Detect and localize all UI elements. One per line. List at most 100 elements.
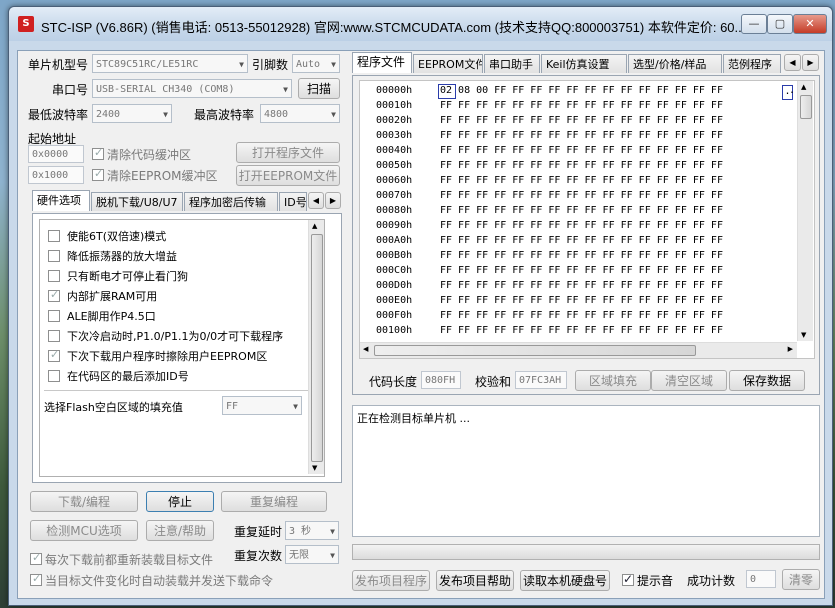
tab-keil-simulation[interactable]: Keil仿真设置 <box>541 54 627 73</box>
hex-vertical-scrollbar[interactable]: ▲ ▼ <box>797 81 813 341</box>
hex-address: 00000h <box>376 85 413 96</box>
tab-scroll-right-icon[interactable]: ▶ <box>325 192 341 209</box>
tab-selection-price[interactable]: 选型/价格/样品 <box>628 54 722 73</box>
serial-port-select[interactable]: USB-SERIAL CH340 (COM8) ▼ <box>92 79 292 98</box>
scan-button[interactable]: 扫描 <box>298 78 340 99</box>
fill-value-label: 选择Flash空白区域的填充值 <box>44 401 183 414</box>
app-window: S STC-ISP (V6.86R) (销售电话: 0513-55012928)… <box>8 6 833 606</box>
read-disk-id-button[interactable]: 读取本机硬盘号 <box>520 570 610 591</box>
hex-address: 000D0h <box>376 280 413 291</box>
option-6t-mode-checkbox[interactable] <box>48 230 60 242</box>
hex-bytes-row: FF FF FF FF FF FF FF FF FF FF FF FF FF F… <box>440 280 723 291</box>
save-data-button[interactable]: 保存数据 <box>729 370 805 391</box>
tab-scroll-left-icon[interactable]: ◀ <box>308 192 324 209</box>
tab-eeprom-file[interactable]: EEPROM文件 <box>413 54 483 73</box>
hex-bytes-row: FF FF FF FF FF FF FF FF FF FF FF FF FF F… <box>440 250 723 261</box>
hex-vscroll-thumb[interactable] <box>800 95 812 119</box>
sound-checkbox[interactable] <box>622 572 634 586</box>
download-program-button[interactable]: 下载/编程 <box>30 491 138 512</box>
option-cold-start-label: 下次冷启动时,P1.0/P1.1为0/0才可下载程序 <box>67 330 284 343</box>
option-add-id-checkbox[interactable] <box>48 370 60 382</box>
options-scrollbar[interactable]: ▲ ▼ <box>308 220 324 474</box>
auto-load-checkbox[interactable] <box>30 572 42 586</box>
minimize-button[interactable]: — <box>741 14 767 34</box>
hex-scroll-right-icon[interactable]: ▶ <box>788 345 793 353</box>
hex-bytes-row: FF FF FF FF FF FF FF FF FF FF FF FF FF F… <box>440 235 723 246</box>
scroll-down-icon[interactable]: ▼ <box>312 464 317 472</box>
hex-bytes-row: FF FF FF FF FF FF FF FF FF FF FF FF FF F… <box>440 265 723 276</box>
repeat-count-select[interactable]: 无限 ▼ <box>285 545 339 564</box>
hex-address: 000F0h <box>376 310 413 321</box>
log-output[interactable]: 正在检测目标单片机 ... <box>352 405 820 537</box>
hex-bytes-row: FF FF FF FF FF FF FF FF FF FF FF FF FF F… <box>440 130 723 141</box>
hex-viewer[interactable]: 00000h 02 08 00 FF FF FF FF FF FF FF FF F… <box>359 80 815 359</box>
max-baud-label: 最高波特率 <box>194 108 255 122</box>
eeprom-start-address-input[interactable]: 0x1000 <box>28 166 84 184</box>
pin-count-select[interactable]: Auto ▼ <box>292 54 340 73</box>
option-reduce-gain-checkbox[interactable] <box>48 250 60 262</box>
hex-scroll-up-icon[interactable]: ▲ <box>801 83 806 91</box>
tab-id[interactable]: ID号 <box>279 192 307 211</box>
hex-address: 00090h <box>376 220 413 231</box>
publish-help-button[interactable]: 发布项目帮助 <box>436 570 514 591</box>
hex-scroll-left-icon[interactable]: ◀ <box>363 345 368 353</box>
client-area: 单片机型号 STC89C51RC/LE51RC ▼ 引脚数 Auto ▼ 串口号 U… <box>17 50 825 599</box>
option-cold-start-checkbox[interactable] <box>48 330 60 342</box>
hex-address: 000B0h <box>376 250 413 261</box>
reload-before-download-checkbox[interactable] <box>30 551 42 565</box>
hex-bytes-row: 02 08 00 FF FF FF FF FF FF FF FF FF FF F… <box>440 85 723 96</box>
publish-project-button[interactable]: 发布项目程序 <box>352 570 430 591</box>
fill-value-select[interactable]: FF ▼ <box>222 396 302 415</box>
scroll-up-icon[interactable]: ▲ <box>312 222 317 230</box>
window-title: STC-ISP (V6.86R) (销售电话: 0513-55012928) 官… <box>41 20 746 35</box>
area-fill-button[interactable]: 区域填充 <box>575 370 651 391</box>
hex-bytes-row: FF FF FF FF FF FF FF FF FF FF FF FF FF F… <box>440 175 723 186</box>
log-text: 正在检测目标单片机 ... <box>357 412 470 425</box>
hex-horizontal-scrollbar[interactable]: ◀ ▶ <box>360 342 797 358</box>
option-erase-eeprom-checkbox[interactable] <box>48 348 60 362</box>
main-tab-scroll-right-icon[interactable]: ▶ <box>802 54 819 71</box>
repeat-program-button[interactable]: 重复编程 <box>221 491 327 512</box>
hex-hscroll-thumb[interactable] <box>374 345 696 356</box>
auto-load-label: 当目标文件变化时自动装载并发送下载命令 <box>45 574 274 588</box>
options-scroll-thumb[interactable] <box>311 234 323 462</box>
tab-serial-assistant[interactable]: 串口助手 <box>484 54 540 73</box>
maximize-button[interactable]: ▢ <box>767 14 793 34</box>
open-eeprom-file-button[interactable]: 打开EEPROM文件 <box>236 165 340 186</box>
clear-count-button[interactable]: 清零 <box>782 569 820 590</box>
option-erase-eeprom-label: 下次下载用户程序时擦除用户EEPROM区 <box>67 350 268 363</box>
open-program-file-button[interactable]: 打开程序文件 <box>236 142 340 163</box>
mcu-type-select[interactable]: STC89C51RC/LE51RC ▼ <box>92 54 248 73</box>
option-watchdog-checkbox[interactable] <box>48 270 60 282</box>
clear-eeprom-buffer-checkbox[interactable] <box>92 167 104 181</box>
tab-example-programs[interactable]: 范例程序 <box>723 54 781 73</box>
clear-code-buffer-checkbox[interactable] <box>92 146 104 160</box>
hex-address: 00050h <box>376 160 413 171</box>
hardware-options-panel: 使能6T(双倍速)模式 降低振荡器的放大增益 只有断电才可停止看门狗 内部扩展R… <box>32 213 342 483</box>
main-tab-scroll-left-icon[interactable]: ◀ <box>784 54 801 71</box>
option-ale-pin-label: ALE脚用作P4.5口 <box>67 310 156 323</box>
hex-address: 000E0h <box>376 295 413 306</box>
close-button[interactable]: ✕ <box>793 14 827 34</box>
option-internal-ram-checkbox[interactable] <box>48 288 60 302</box>
max-baud-select[interactable]: 4800 ▼ <box>260 104 340 123</box>
hex-address: 00100h <box>376 325 413 336</box>
title-bar[interactable]: S STC-ISP (V6.86R) (销售电话: 0513-55012928)… <box>9 7 832 41</box>
clear-code-buffer-label: 清除代码缓冲区 <box>107 148 192 162</box>
clear-area-button[interactable]: 清空区域 <box>651 370 727 391</box>
pin-count-label: 引脚数 <box>252 58 289 72</box>
hex-bytes-row: FF FF FF FF FF FF FF FF FF FF FF FF FF F… <box>440 115 723 126</box>
min-baud-select[interactable]: 2400 ▼ <box>92 104 172 123</box>
tab-program-file[interactable]: 程序文件 <box>352 52 412 73</box>
tab-hardware-options[interactable]: 硬件选项 <box>32 190 90 211</box>
detect-mcu-options-button[interactable]: 检测MCU选项 <box>30 520 138 541</box>
code-start-address-input[interactable]: 0x0000 <box>28 145 84 163</box>
repeat-delay-select[interactable]: 3 秒 ▼ <box>285 521 339 540</box>
hex-scroll-down-icon[interactable]: ▼ <box>801 331 806 339</box>
option-ale-pin-checkbox[interactable] <box>48 310 60 322</box>
tab-encrypted-transfer[interactable]: 程序加密后传输 <box>184 192 278 211</box>
mcu-type-label: 单片机型号 <box>28 58 89 72</box>
stop-button[interactable]: 停止 <box>146 491 214 512</box>
notes-help-button[interactable]: 注意/帮助 <box>146 520 214 541</box>
tab-offline-download[interactable]: 脱机下载/U8/U7 <box>91 192 183 211</box>
